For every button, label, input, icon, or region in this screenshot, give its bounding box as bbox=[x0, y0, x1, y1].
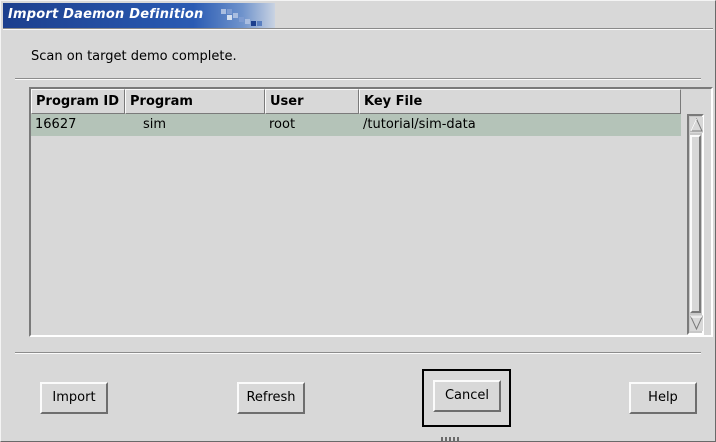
title-bar[interactable]: Import Daemon Definition bbox=[3, 3, 275, 28]
table-row[interactable]: 16627 sim root /tutorial/sim-data bbox=[31, 114, 681, 136]
title-divider bbox=[3, 28, 713, 30]
refresh-button[interactable]: Refresh bbox=[237, 382, 305, 414]
table-header: Program ID Program User Key File bbox=[31, 89, 681, 114]
daemon-table: Program ID Program User Key File 16627 s… bbox=[29, 87, 713, 337]
scrollbar-track[interactable] bbox=[687, 114, 704, 335]
title-bar-blank bbox=[275, 3, 713, 28]
scroll-down-arrow-icon[interactable] bbox=[690, 315, 703, 331]
cell-program-id: 16627 bbox=[35, 117, 77, 132]
cancel-button[interactable]: Cancel bbox=[433, 380, 501, 412]
scrollbar-thumb[interactable] bbox=[690, 135, 701, 313]
cell-user: root bbox=[269, 117, 296, 132]
help-button[interactable]: Help bbox=[629, 382, 697, 414]
cell-program: sim bbox=[143, 117, 167, 132]
column-header-program[interactable]: Program bbox=[125, 89, 265, 114]
import-button[interactable]: Import bbox=[40, 382, 108, 414]
column-header-program-id[interactable]: Program ID bbox=[31, 89, 125, 114]
status-message: Scan on target demo complete. bbox=[31, 49, 237, 64]
cell-key-file: /tutorial/sim-data bbox=[363, 117, 476, 132]
column-header-user[interactable]: User bbox=[265, 89, 359, 114]
top-divider bbox=[15, 78, 701, 80]
column-header-key-file[interactable]: Key File bbox=[359, 89, 681, 114]
window-title: Import Daemon Definition bbox=[8, 7, 204, 22]
bottom-divider bbox=[15, 352, 701, 354]
window-grid-icon bbox=[221, 9, 262, 26]
table-viewport: Program ID Program User Key File 16627 s… bbox=[31, 89, 681, 335]
scroll-up-arrow-icon[interactable] bbox=[690, 117, 703, 133]
resize-grip[interactable] bbox=[441, 437, 459, 441]
vertical-scrollbar[interactable] bbox=[683, 114, 711, 335]
import-daemon-dialog: Import Daemon Definition Scan on target … bbox=[0, 0, 716, 442]
